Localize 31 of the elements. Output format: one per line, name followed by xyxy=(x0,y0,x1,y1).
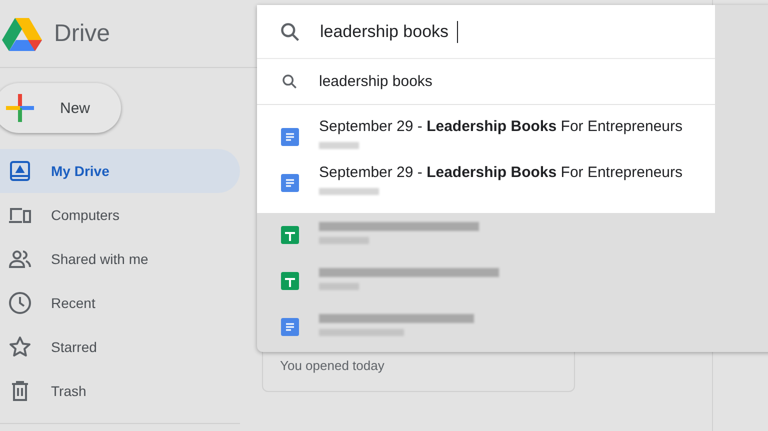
blurred-text xyxy=(319,237,369,244)
spreadsheet-icon xyxy=(281,272,299,290)
blurred-text xyxy=(319,142,359,149)
search-field[interactable]: leadership books xyxy=(320,22,457,42)
clock-icon xyxy=(8,291,32,315)
drive-logo-icon xyxy=(2,16,42,50)
result-title: September 29 - Leadership Books For Entrepreneurs xyxy=(319,164,682,181)
blurred-text xyxy=(319,283,359,290)
sidebar-item[interactable]: Starred xyxy=(0,325,240,369)
search-icon xyxy=(281,73,298,90)
sidebar-item[interactable]: Computers xyxy=(0,193,240,237)
new-button[interactable]: New xyxy=(0,83,121,133)
blurred-text xyxy=(319,188,379,195)
result-item[interactable]: September 29 - Leadership Books For Entrepreneurs xyxy=(257,115,715,161)
spreadsheet-icon xyxy=(281,226,299,244)
sidebar-item[interactable]: Trash xyxy=(0,369,240,413)
document-icon xyxy=(281,128,299,146)
document-icon xyxy=(281,174,299,192)
result-title: September 29 - Leadership Books For Entrepreneurs xyxy=(319,118,682,135)
document-icon xyxy=(281,318,299,336)
result-item[interactable]: September 29 - Leadership Books For Entrepreneurs xyxy=(257,161,715,207)
card-caption: You opened today xyxy=(280,358,384,373)
star-icon xyxy=(8,335,32,359)
sidebar-item[interactable]: Recent xyxy=(0,281,240,325)
drive-icon xyxy=(8,159,32,183)
suggestion-item[interactable]: leadership books xyxy=(257,59,715,105)
app-name: Drive xyxy=(54,20,110,48)
sidebar-item[interactable]: Shared with me xyxy=(0,237,240,281)
sidebar-item[interactable]: My Drive xyxy=(0,149,240,193)
search-icon xyxy=(279,20,301,42)
plus-icon xyxy=(6,94,34,122)
